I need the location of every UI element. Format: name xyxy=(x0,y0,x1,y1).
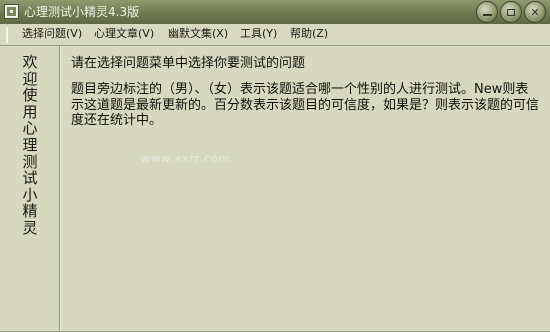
menu-bar: 选择问题(V) 心理文章(V) 幽默文集(X) 工具(Y) 帮助(Z) xyxy=(0,24,550,46)
menu-tools[interactable]: 工具(Y) xyxy=(240,27,277,41)
maximize-button[interactable] xyxy=(500,1,522,23)
menu-psychology-articles[interactable]: 心理文章(V) xyxy=(94,27,154,41)
minimize-button[interactable] xyxy=(476,1,498,23)
watermark-text: www.xxrr.com xyxy=(141,152,231,165)
minimize-icon xyxy=(477,2,497,22)
instruction-paragraph: 题目旁边标注的（男）、（女）表示该题适合哪一个性别的人进行测试。New则表示这道… xyxy=(71,82,540,128)
window-title: 心理测试小精灵4.3版 xyxy=(24,5,140,19)
menu-help[interactable]: 帮助(Z) xyxy=(290,27,328,41)
app-icon xyxy=(4,4,19,19)
menu-select-question[interactable]: 选择问题(V) xyxy=(22,27,82,41)
close-icon: ✕ xyxy=(530,5,540,19)
instruction-heading: 请在选择问题菜单中选择你要测试的问题 xyxy=(71,56,306,71)
welcome-text: 欢迎使用心理测试小精灵 xyxy=(22,53,38,237)
content-panel: 请在选择问题菜单中选择你要测试的问题 题目旁边标注的（男）、（女）表示该题适合哪… xyxy=(60,46,550,332)
menu-humor-collection[interactable]: 幽默文集(X) xyxy=(168,27,228,41)
maximize-icon xyxy=(501,2,521,22)
close-button[interactable]: ✕ xyxy=(524,1,546,23)
title-bar[interactable]: 心理测试小精灵4.3版 ✕ xyxy=(0,0,550,24)
app-window: 心理测试小精灵4.3版 ✕ 选择问题(V) 心理文章(V) 幽默文集(X) 工具… xyxy=(0,0,550,332)
welcome-sidebar: 欢迎使用心理测试小精灵 xyxy=(0,46,60,332)
